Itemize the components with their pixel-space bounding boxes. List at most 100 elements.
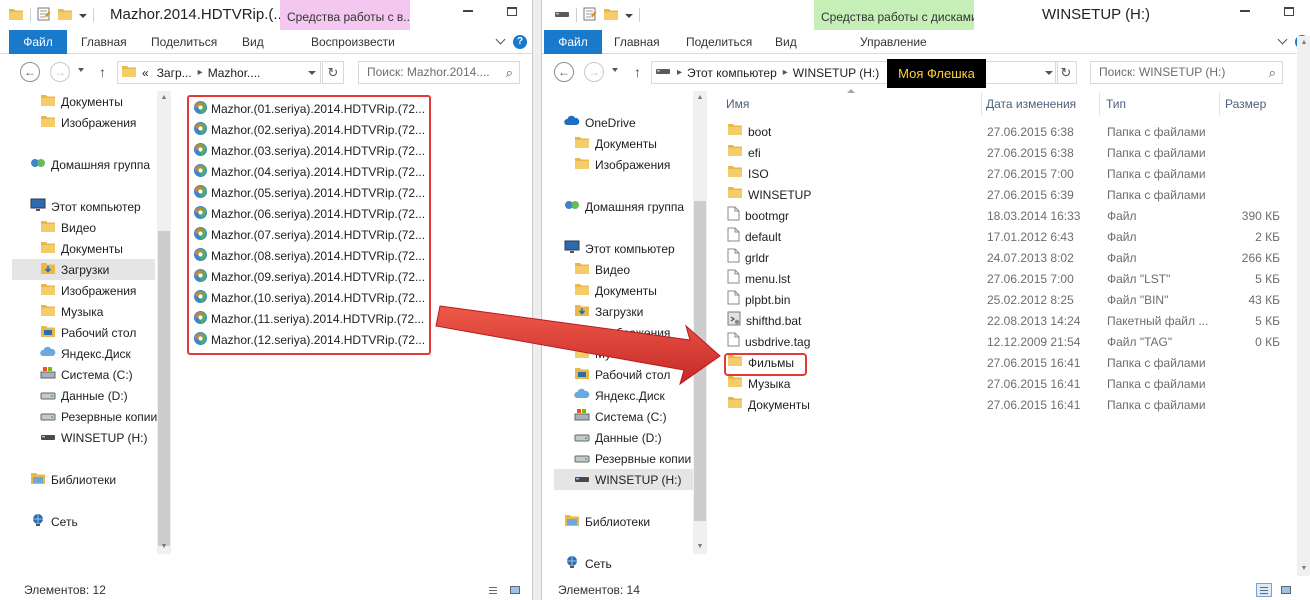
table-row[interactable]: Документы 27.06.2015 16:41 Папка с файлами <box>723 395 1293 416</box>
sidebar-item[interactable]: Система (C:) <box>542 406 692 427</box>
sidebar-item[interactable]: WINSETUP (H:) <box>554 469 697 490</box>
breadcrumb-segment[interactable]: WINSETUP (H:) <box>793 66 879 80</box>
list-item[interactable]: Mazhor.(05.seriya).2014.HDTVRip.(72... <box>193 182 425 203</box>
table-row[interactable]: usbdrive.tag 12.12.2009 21:54 Файл "TAG" 0 … <box>723 332 1293 353</box>
list-item[interactable]: Mazhor.(03.seriya).2014.HDTVRip.(72... <box>193 140 425 161</box>
navigation-scrollbar[interactable]: ▲ ▼ <box>693 91 707 554</box>
list-item[interactable]: Mazhor.(09.seriya).2014.HDTVRip.(72... <box>193 266 425 287</box>
sidebar-item[interactable]: Этот компьютер <box>0 196 150 217</box>
list-item[interactable]: Mazhor.(10.seriya).2014.HDTVRip.(72... <box>193 287 425 308</box>
contextual-tools-tab[interactable]: Средства работы с дисками <box>814 0 974 30</box>
tab-manage[interactable]: Управление <box>860 30 927 54</box>
refresh-button[interactable]: ↻ <box>1055 61 1077 84</box>
list-item[interactable]: Mazhor.(08.seriya).2014.HDTVRip.(72... <box>193 245 425 266</box>
sidebar-item[interactable]: Музыка <box>542 343 692 364</box>
tab-view[interactable]: Вид <box>775 30 797 54</box>
list-item[interactable]: Mazhor.(06.seriya).2014.HDTVRip.(72... <box>193 203 425 224</box>
recent-locations-icon[interactable] <box>78 68 84 72</box>
sidebar-item[interactable]: Этот компьютер <box>542 238 692 259</box>
drive-icon[interactable] <box>554 7 570 24</box>
forward-button[interactable]: → <box>584 62 604 82</box>
sidebar-item[interactable]: Сеть <box>0 511 150 532</box>
table-row[interactable]: ISO 27.06.2015 7:00 Папка с файлами <box>723 164 1293 185</box>
expand-ribbon-icon[interactable] <box>1276 34 1290 49</box>
sidebar-item[interactable]: Сеть <box>542 553 692 574</box>
table-row[interactable]: plpbt.bin 25.02.2012 8:25 Файл "BIN" 43 КБ <box>723 290 1293 311</box>
list-item[interactable]: Mazhor.(02.seriya).2014.HDTVRip.(72... <box>193 119 425 140</box>
breadcrumb-segment[interactable]: Этот компьютер <box>687 66 777 80</box>
column-header-name[interactable]: Имя <box>726 92 749 116</box>
maximize-button[interactable] <box>489 0 532 22</box>
recent-locations-icon[interactable] <box>612 68 618 72</box>
list-item[interactable]: Mazhor.(01.seriya).2014.HDTVRip.(72... <box>193 98 425 119</box>
navigation-pane[interactable]: Документы Изображения Домашняя группа Этот … <box>0 88 157 568</box>
sidebar-item[interactable]: Документы <box>0 91 150 112</box>
refresh-button[interactable]: ↻ <box>322 61 344 84</box>
tab-file[interactable]: Файл <box>544 30 602 54</box>
sidebar-item[interactable]: Документы <box>542 280 692 301</box>
search-input[interactable]: Поиск: WINSETUP (H:) ⌕ <box>1090 61 1283 84</box>
navigation-scrollbar[interactable]: ▲ ▼ <box>157 91 171 554</box>
large-icons-view-icon[interactable] <box>507 583 523 597</box>
folder-icon[interactable] <box>8 7 24 24</box>
back-button[interactable]: ← <box>554 62 574 82</box>
address-bar[interactable]: ▸ Этот компьютер ▸ WINSETUP (H:) <box>651 61 1058 84</box>
sidebar-item[interactable]: Яндекс.Диск <box>0 343 150 364</box>
minimize-button[interactable] <box>445 0 490 22</box>
chevron-right-icon[interactable]: ▸ <box>198 67 203 78</box>
tab-home[interactable]: Главная <box>81 30 127 54</box>
contextual-tools-tab[interactable]: Средства работы с в... <box>280 0 410 30</box>
breadcrumb-segment[interactable]: Загр... <box>157 66 192 80</box>
table-row[interactable]: shifthd.bat 22.08.2013 14:24 Пакетный файл… <box>723 311 1293 332</box>
sidebar-item[interactable]: Видео <box>542 259 692 280</box>
forward-button[interactable]: → <box>50 62 70 82</box>
breadcrumb-segment[interactable]: Mazhor.... <box>208 66 261 80</box>
list-item[interactable]: Mazhor.(04.seriya).2014.HDTVRip.(72... <box>193 161 425 182</box>
properties-icon[interactable] <box>583 7 597 24</box>
list-item[interactable]: Mazhor.(12.seriya).2014.HDTVRip.(72... <box>193 329 425 350</box>
sidebar-item[interactable]: Резервные копии <box>0 406 157 427</box>
sidebar-item[interactable]: Видео <box>0 217 150 238</box>
table-row[interactable]: WINSETUP 27.06.2015 6:39 Папка с файлами <box>723 185 1293 206</box>
properties-icon[interactable] <box>37 7 51 24</box>
sidebar-item[interactable]: WINSETUP (H:) <box>0 427 150 448</box>
content-scrollbar[interactable]: ▲ ▼ <box>1297 36 1310 576</box>
sidebar-item[interactable]: Изображения <box>0 280 150 301</box>
tab-file[interactable]: Файл <box>9 30 67 54</box>
customize-toolbar-icon[interactable] <box>625 14 633 18</box>
sidebar-item[interactable]: Рабочий стол <box>0 322 150 343</box>
expand-ribbon-icon[interactable] <box>494 34 508 49</box>
sidebar-item[interactable]: Документы <box>542 133 692 154</box>
sidebar-item[interactable]: OneDrive <box>542 112 692 133</box>
tab-share[interactable]: Поделиться <box>686 30 752 54</box>
address-overflow[interactable]: « <box>142 66 149 80</box>
sidebar-item[interactable]: Данные (D:) <box>542 427 692 448</box>
sidebar-item[interactable]: Рабочий стол <box>542 364 692 385</box>
up-button[interactable]: ↑ <box>99 64 106 80</box>
tab-play[interactable]: Воспроизвести <box>311 30 395 54</box>
large-icons-view-icon[interactable] <box>1278 583 1294 597</box>
new-folder-icon[interactable] <box>603 7 619 24</box>
scrollbar-thumb[interactable] <box>158 231 170 546</box>
table-row[interactable]: efi 27.06.2015 6:38 Папка с файлами <box>723 143 1293 164</box>
details-view-icon[interactable] <box>1256 583 1272 597</box>
chevron-right-icon[interactable]: ▸ <box>783 67 788 78</box>
column-header-size[interactable]: Размер <box>1225 92 1266 116</box>
sidebar-item[interactable]: Загрузки <box>542 301 692 322</box>
sidebar-item[interactable]: Данные (D:) <box>0 385 150 406</box>
list-item[interactable]: Mazhor.(07.seriya).2014.HDTVRip.(72... <box>193 224 425 245</box>
sidebar-item[interactable]: Яндекс.Диск <box>542 385 692 406</box>
list-item[interactable]: Mazhor.(11.seriya).2014.HDTVRip.(72... <box>193 308 424 329</box>
sidebar-item[interactable]: Система (C:) <box>0 364 150 385</box>
address-bar[interactable]: « Загр... ▸ Mazhor.... <box>117 61 321 84</box>
maximize-button[interactable] <box>1266 0 1310 22</box>
tab-home[interactable]: Главная <box>614 30 660 54</box>
table-row[interactable]: boot 27.06.2015 6:38 Папка с файлами <box>723 122 1293 143</box>
table-row[interactable]: Фильмы 27.06.2015 16:41 Папка с файлами <box>723 353 1293 374</box>
sidebar-item[interactable]: Загрузки <box>12 259 155 280</box>
sidebar-item[interactable]: Изображения <box>542 322 692 343</box>
table-row[interactable]: grldr 24.07.2013 8:02 Файл 266 КБ <box>723 248 1293 269</box>
customize-toolbar-icon[interactable] <box>79 14 87 18</box>
sidebar-item[interactable]: Библиотеки <box>0 469 150 490</box>
column-header-date[interactable]: Дата изменения <box>986 92 1076 116</box>
